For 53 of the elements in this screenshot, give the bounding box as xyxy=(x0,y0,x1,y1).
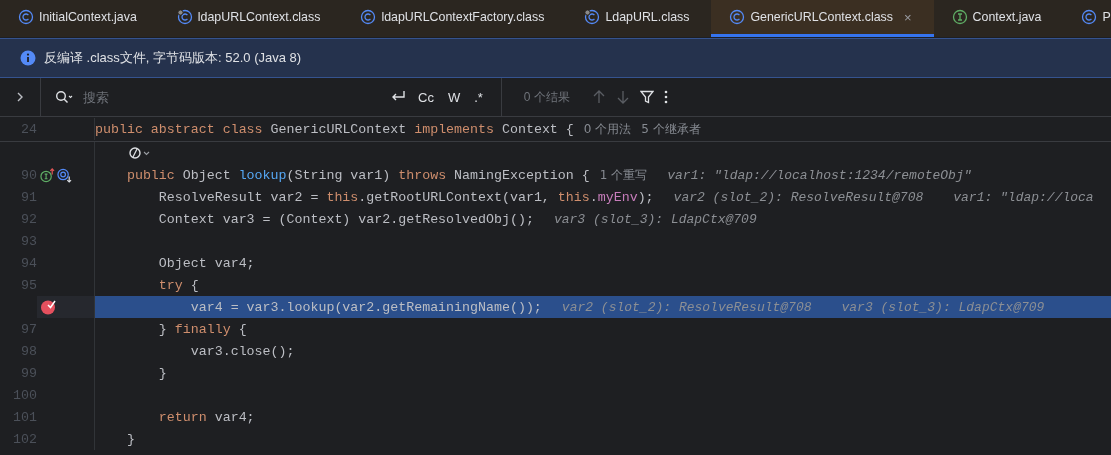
code-line: public abstract class GenericURLContext implements Context { xyxy=(95,121,574,137)
code-line: Context var3 = (Context) var2.getResolvedObj(); xyxy=(157,211,534,227)
inline-value-hint: var3 (slot_3): LdapCtx@709 xyxy=(841,299,1045,315)
code-line: var3.close(); xyxy=(189,343,295,359)
filter-icon[interactable] xyxy=(639,90,654,104)
lambda-chevron-icon[interactable] xyxy=(129,146,151,160)
overridden-icon[interactable] xyxy=(57,167,72,183)
code-line: var4 = var3.lookup(var2.getRemainingName()); xyxy=(189,299,542,315)
class-icon xyxy=(360,9,377,25)
code-line: return var4; xyxy=(157,409,255,425)
inline-value-hint: var2 (slot_2): ResolveResult@708 xyxy=(561,299,812,315)
editor-tab[interactable]: GenericURLContext.class × xyxy=(711,0,934,37)
code-line: } finally { xyxy=(157,321,247,337)
up-arrow-icon[interactable] xyxy=(591,90,606,104)
search-option[interactable]: .* xyxy=(472,89,485,105)
code-line: Object var4; xyxy=(157,255,255,271)
search-option[interactable]: W xyxy=(445,89,463,105)
class-icon xyxy=(18,9,34,25)
usage-hint[interactable]: 5 个继承者 xyxy=(641,120,701,138)
inline-value-hint: var2 (slot_2): ResolveResult@708 xyxy=(673,189,924,205)
editor-tab[interactable]: Context.java xyxy=(933,0,1064,37)
close-icon[interactable]: × xyxy=(903,9,912,25)
editor-tab[interactable]: ldapURLContext.class xyxy=(158,0,343,37)
implements-icon[interactable] xyxy=(40,167,55,183)
search-icon[interactable] xyxy=(55,90,73,104)
editor-tab[interactable]: InitialContext.java xyxy=(0,0,159,37)
breakpoint-icon[interactable] xyxy=(40,299,56,315)
code-line: } xyxy=(157,365,167,381)
usage-hint[interactable]: 1 个重写 xyxy=(599,166,648,184)
editor-tab[interactable]: ldapURLContextFactory.class xyxy=(342,0,567,37)
code-line: public Object lookup(String var1) throws NamingException { xyxy=(125,167,590,183)
down-arrow-icon[interactable] xyxy=(615,90,630,104)
editor-tab[interactable]: LdapURL.class xyxy=(566,0,712,37)
results-count: 0 个结果 xyxy=(523,88,570,106)
chevron-icon[interactable] xyxy=(16,91,24,103)
inline-value-hint: var1: "ldap://localhost:1234/remoteObj" xyxy=(667,167,972,183)
code-line: ResolveResult var2 = this.getRootURLContext(var1, this.myEnv); xyxy=(157,189,654,205)
search-field[interactable]: 搜索 xyxy=(81,88,375,106)
interface-icon xyxy=(951,9,968,25)
class-icon xyxy=(1081,9,1098,25)
more-icon[interactable] xyxy=(663,90,668,104)
code-line: try { xyxy=(157,277,199,293)
inline-value-hint: var1: "ldap://loca xyxy=(953,189,1094,205)
inline-value-hint: var3 (slot_3): LdapCtx@709 xyxy=(553,211,757,227)
class-icon xyxy=(729,9,746,25)
editor-tab[interactable]: P xyxy=(1063,0,1111,37)
class-icon xyxy=(176,9,193,25)
code-line: } xyxy=(125,431,135,447)
info-icon xyxy=(20,50,36,66)
usage-hint[interactable]: 0 个用法 xyxy=(583,120,632,138)
search-option[interactable]: Cc xyxy=(416,89,436,105)
decompiled-notice: 反编译 .class文件, 字节码版本: 52.0 (Java 8) xyxy=(44,49,302,67)
class-icon xyxy=(584,9,601,25)
